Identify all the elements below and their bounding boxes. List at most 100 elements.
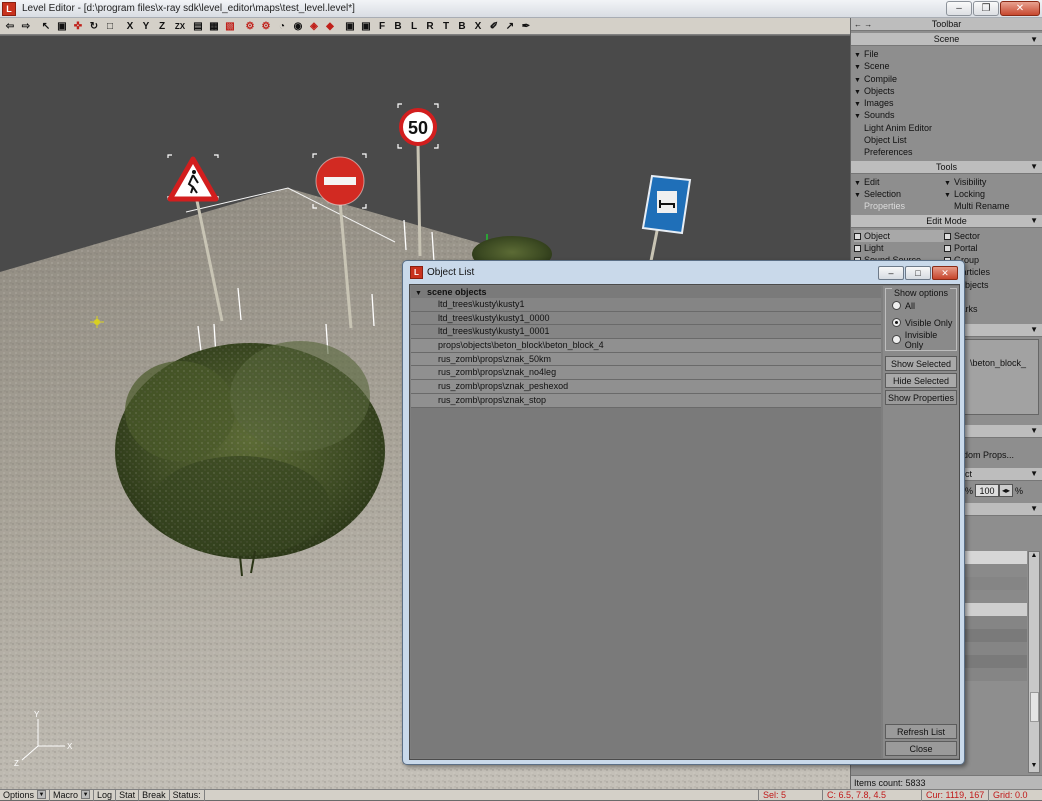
zoom-extents-icon[interactable]: ▣ xyxy=(342,19,358,34)
view-left-button[interactable]: L xyxy=(406,19,422,34)
object-list-link[interactable]: Object List xyxy=(854,134,1042,146)
move-tool-icon[interactable]: ✜ xyxy=(70,19,86,34)
show-selected-button[interactable]: Show Selected xyxy=(885,356,957,371)
tool-visibility[interactable]: ▼ Visibility xyxy=(944,176,1034,188)
tree-item[interactable]: ltd_trees\kusty\kusty1 xyxy=(411,298,881,312)
window-controls: – ❐ ✕ xyxy=(946,1,1040,16)
spinner-icon[interactable]: ◂▸ xyxy=(999,483,1013,497)
view-reset-button[interactable]: X xyxy=(470,19,486,34)
snap-vertex-icon[interactable]: ⚙ xyxy=(258,19,274,34)
view-bottom-button[interactable]: B xyxy=(454,19,470,34)
object-list-dialog: L Object List – □ ✕ ▼ scene objects ltd_t… xyxy=(402,260,965,765)
scene-item-compile[interactable]: ▼ Compile xyxy=(854,73,1042,85)
axis-z-button[interactable]: Z xyxy=(154,19,170,34)
camera-fly-icon[interactable]: ✒ xyxy=(518,19,534,34)
scroll-down-icon[interactable]: ▼ xyxy=(1029,762,1039,772)
tree-item[interactable]: rus_zomb\props\znak_peshexod xyxy=(411,380,881,394)
option-visible-only[interactable]: Visible Only xyxy=(886,314,956,331)
tool-multi-rename[interactable]: Multi Rename xyxy=(944,200,1034,212)
axis-y-button[interactable]: Y xyxy=(138,19,154,34)
snap-move-icon[interactable]: ◉ xyxy=(290,19,306,34)
dropdown-icon: ▼ xyxy=(37,789,47,799)
zoom-selected-icon[interactable]: ▣ xyxy=(358,19,374,34)
preferences-link[interactable]: Preferences xyxy=(854,146,1042,158)
minimize-button[interactable]: – xyxy=(946,1,972,16)
snap-scale-icon[interactable]: ◈ xyxy=(306,19,322,34)
axis-x-button[interactable]: X xyxy=(122,19,138,34)
scroll-thumb[interactable] xyxy=(1030,692,1039,722)
tree-root[interactable]: ▼ scene objects xyxy=(411,286,881,298)
close-dialog-button[interactable]: Close xyxy=(885,741,957,756)
snap-icon[interactable]: ▦ xyxy=(206,19,222,34)
scene-item-images[interactable]: ▼ Images xyxy=(854,97,1042,109)
edit-mode-light[interactable]: Light xyxy=(854,242,944,254)
pin-icon[interactable]: ← → xyxy=(854,20,872,29)
rotate-tool-icon[interactable]: ↻ xyxy=(86,19,102,34)
tree-item[interactable]: rus_zomb\props\znak_50km xyxy=(411,352,881,367)
scene-item-scene[interactable]: ▼ Scene xyxy=(854,60,1042,72)
main-toolbar: ⇦ ⇨ ↖ ▣ ✜ ↻ □ X Y Z ZX ▤ ▦ ▧ ⚙ ⚙ ◔ ◉ ◈ ◆… xyxy=(0,18,850,35)
edit-mode-portal[interactable]: Portal xyxy=(944,242,1034,254)
scene-section-header[interactable]: Scene ▼ xyxy=(851,33,1042,46)
toolbar-header: ← → Toolbar xyxy=(851,18,1042,31)
object-tree[interactable]: ▼ scene objects ltd_trees\kusty\kusty1 lt… xyxy=(411,286,881,758)
dialog-title-bar[interactable]: L Object List – □ ✕ xyxy=(403,261,964,283)
options-button[interactable]: Options ▼ xyxy=(0,789,51,801)
close-button[interactable]: ✕ xyxy=(1000,1,1040,16)
add-tool-icon[interactable]: ▣ xyxy=(54,19,70,34)
arrow-right-icon[interactable]: ⇨ xyxy=(18,19,34,34)
select-tool-icon[interactable]: ↖ xyxy=(38,19,54,34)
edit-mode-object[interactable]: Object xyxy=(854,229,944,242)
view-top-button[interactable]: T xyxy=(438,19,454,34)
macro-button[interactable]: Macro ▼ xyxy=(50,789,95,801)
maximize-button[interactable]: □ xyxy=(905,266,931,280)
light-anim-editor-link[interactable]: Light Anim Editor xyxy=(854,122,1042,134)
scroll-up-icon[interactable]: ▲ xyxy=(1029,552,1039,562)
hide-selected-button[interactable]: Hide Selected xyxy=(885,373,957,388)
tool-locking[interactable]: ▼ Locking xyxy=(944,188,1034,200)
minimize-button[interactable]: – xyxy=(878,266,904,280)
tool-edit[interactable]: ▼ Edit xyxy=(854,176,944,188)
refresh-list-button[interactable]: Refresh List xyxy=(885,724,957,739)
tool-selection[interactable]: ▼ Selection xyxy=(854,188,944,200)
tree-item[interactable]: ltd_trees\kusty\kusty1_0001 xyxy=(411,325,881,340)
axis-zx-button[interactable]: ZX xyxy=(170,19,190,34)
log-button[interactable]: Log xyxy=(94,789,117,801)
stat-button[interactable]: Stat xyxy=(116,789,140,801)
edit-mode-sector[interactable]: Sector xyxy=(944,230,1034,242)
scene-item-file[interactable]: ▼ File xyxy=(854,48,1042,60)
arrow-left-icon[interactable]: ⇦ xyxy=(2,19,18,34)
break-button[interactable]: Break xyxy=(139,789,170,801)
panel-scrollbar[interactable]: ▲ ▼ xyxy=(1028,551,1040,773)
maximize-button[interactable]: ❐ xyxy=(973,1,999,16)
csg-icon[interactable]: ▤ xyxy=(190,19,206,34)
snap-grid-icon[interactable]: ▧ xyxy=(222,19,238,34)
tree-item[interactable]: rus_zomb\props\znak_no4leg xyxy=(411,366,881,381)
tree-item[interactable]: ltd_trees\kusty\kusty1_0000 xyxy=(411,311,881,326)
view-front-button[interactable]: F xyxy=(374,19,390,34)
snap-angle-icon[interactable]: ◔ xyxy=(274,19,290,34)
close-button[interactable]: ✕ xyxy=(932,266,958,280)
axis-z-label: Z xyxy=(14,759,19,768)
radio-icon xyxy=(892,335,901,344)
camera-mode-icon[interactable]: ✐ xyxy=(486,19,502,34)
show-properties-button[interactable]: Show Properties xyxy=(885,390,957,405)
percent-input[interactable]: 100 xyxy=(975,483,999,497)
option-all[interactable]: All xyxy=(886,297,956,314)
snap-object-icon[interactable]: ⚙ xyxy=(242,19,258,34)
tool-properties[interactable]: Properties xyxy=(854,200,944,212)
scale-tool-icon[interactable]: □ xyxy=(102,19,118,34)
tools-section-header[interactable]: Tools ▼ xyxy=(851,160,1042,174)
camera-free-icon[interactable]: ↗ xyxy=(502,19,518,34)
option-invisible-only[interactable]: Invisible Only xyxy=(886,330,956,350)
random-props-button[interactable]: dom Props... xyxy=(963,450,1014,460)
view-back-button[interactable]: B xyxy=(390,19,406,34)
edit-mode-section-header[interactable]: Edit Mode ▼ xyxy=(851,214,1042,228)
snap-nav-icon[interactable]: ◆ xyxy=(322,19,338,34)
view-right-button[interactable]: R xyxy=(422,19,438,34)
tree-item[interactable]: rus_zomb\props\znak_stop xyxy=(411,393,881,408)
scene-item-objects[interactable]: ▼ Objects xyxy=(854,85,1042,97)
tools-grid: ▼ Edit ▼ Visibility ▼ Selection ▼ Locking Pr… xyxy=(851,174,1042,215)
tree-item[interactable]: props\objects\beton_block\beton_block_4 xyxy=(411,339,881,353)
scene-item-sounds[interactable]: ▼ Sounds xyxy=(854,109,1042,121)
